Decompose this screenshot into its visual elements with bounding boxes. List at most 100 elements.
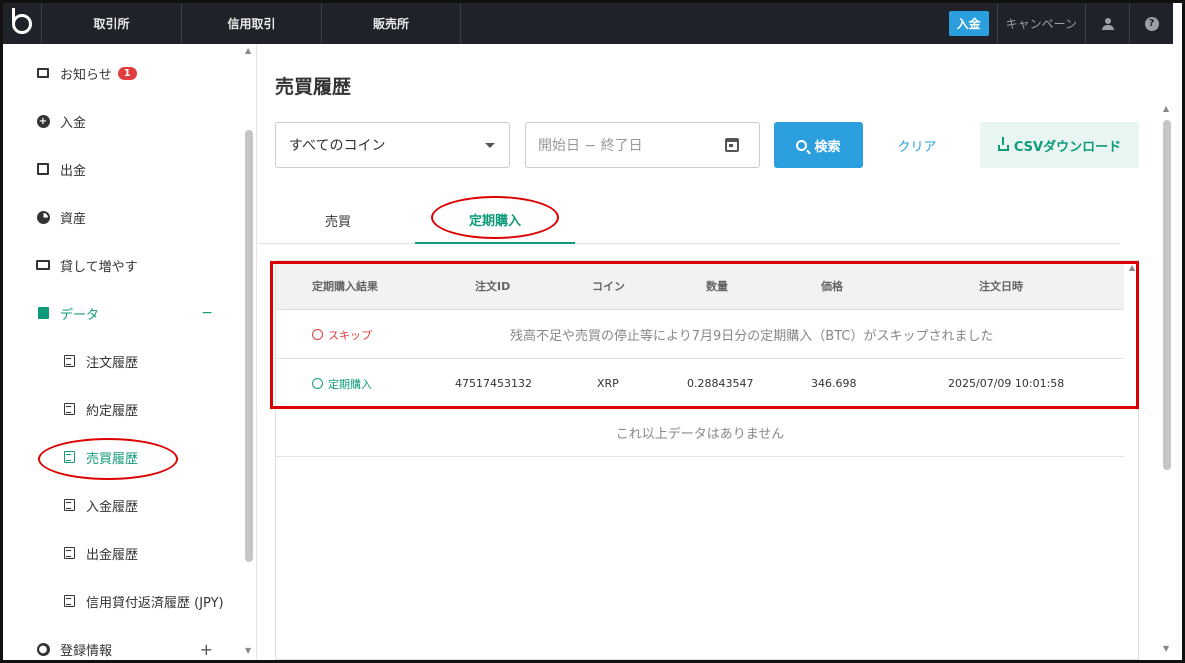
document-icon [62,498,76,512]
sidebar-subitem-credit-repayment-history[interactable]: 信用貸付返済履歴 (JPY) [3,586,243,616]
account-button[interactable] [1085,3,1129,44]
history-tabs: 売買 定期購入 [258,196,1120,244]
nav-exchange[interactable]: 取引所 [41,3,181,44]
sidebar-scrollbar[interactable]: ▲ ▼ [243,44,256,660]
wallet-icon [36,162,50,176]
top-navbar: 取引所 信用取引 販売所 入金 キャンペーン ? [3,3,1173,44]
brand-logo-icon[interactable] [3,3,41,44]
scroll-up-arrow-icon[interactable]: ▲ [1163,104,1169,113]
sidebar-item-label: 出金履歴 [86,547,139,563]
main-content: 売買履歴 すべてのコイン 開始日 − 終了日 検索 クリア CSVダウンロード … [258,44,1158,660]
sidebar-subitem-execution-history[interactable]: 約定履歴 [3,394,243,424]
cell-coin: XRP [597,377,619,390]
cell-quantity: 0.28843547 [687,377,754,390]
date-range-input[interactable]: 開始日 − 終了日 [525,122,760,168]
main-nav: 取引所 信用取引 販売所 [41,3,461,44]
sidebar-item-lend[interactable]: 貸して増やす [3,250,243,280]
status-label: 定期購入 [328,377,372,391]
scroll-up-arrow-icon[interactable]: ▲ [1129,263,1135,272]
deposit-button[interactable]: 入金 [948,11,989,36]
sidebar-item-label: 注文履歴 [86,355,139,371]
sidebar-item-label: 資産 [60,211,87,227]
sidebar-subitem-order-history[interactable]: 注文履歴 [3,346,243,376]
csv-download-label: CSVダウンロード [1013,139,1122,155]
chevron-down-icon [485,142,495,148]
tab-recurring-purchase[interactable]: 定期購入 [415,196,575,244]
notice-count-badge: 1 [117,66,137,80]
campaign-link[interactable]: キャンペーン [996,3,1085,44]
download-icon [997,136,1009,151]
search-icon [796,139,808,151]
nav-sales-office[interactable]: 販売所 [321,3,461,44]
message-icon [36,66,50,80]
sidebar-item-account-info[interactable]: ● 登録情報 + [3,634,243,660]
help-icon: ? [1144,16,1159,31]
status-label: スキップ [328,328,372,342]
sidebar-item-label: 売買履歴 [86,451,139,467]
sidebar-item-label: 入金履歴 [86,499,139,515]
scroll-up-arrow-icon[interactable]: ▲ [245,46,251,55]
status-skip: スキップ [312,310,372,359]
sidebar-item-label: 入金 [60,115,87,131]
skip-message: 残高不足や売買の停止等により7月9日分の定期購入（BTC）がスキップされました [510,329,994,344]
sidebar-item-label: 登録情報 [60,643,113,659]
sidebar-item-assets[interactable]: 資産 [3,202,243,232]
plus-circle-icon: + [36,114,50,128]
table-header: 定期購入結果 注文ID コイン 数量 価格 注文日時 [276,261,1124,310]
sidebar-item-withdraw[interactable]: 出金 [3,154,243,184]
calendar-icon[interactable] [725,138,739,152]
search-button[interactable]: 検索 [774,122,863,168]
user-icon [1101,17,1114,30]
history-table: 定期購入結果 注文ID コイン 数量 価格 注文日時 スキップ 残高不足や売買の… [275,260,1139,660]
document-icon [62,402,76,416]
column-header-quantity: 数量 [706,279,728,293]
nav-margin-trading[interactable]: 信用取引 [181,3,321,44]
scrollbar-thumb[interactable] [1163,120,1171,470]
scroll-down-arrow-icon[interactable]: ▼ [245,646,251,655]
clear-button[interactable]: クリア [880,122,954,168]
sidebar-subitem-deposit-history[interactable]: 入金履歴 [3,490,243,520]
document-icon [62,354,76,368]
document-icon [62,546,76,560]
pie-chart-icon [36,210,50,224]
status-recurring-purchase: 定期購入 [312,359,372,408]
scrollbar-thumb[interactable] [245,130,253,562]
sidebar-subitem-trade-history[interactable]: 売買履歴 [3,442,243,472]
sidebar-item-label: データ [60,307,100,323]
page-title: 売買履歴 [275,76,352,98]
sidebar-subitem-withdraw-history[interactable]: 出金履歴 [3,538,243,568]
sidebar-item-label: 出金 [60,163,87,179]
lending-icon [36,258,50,272]
page-scrollbar[interactable]: ▲ ▼ [1160,44,1173,660]
sidebar-item-label: 貸して増やす [60,259,138,275]
sidebar-item-label: お知らせ [60,67,112,83]
cell-price: 346.698 [811,377,857,390]
tab-trades[interactable]: 売買 [258,196,418,244]
sidebar-item-deposit[interactable]: + 入金 [3,106,243,136]
sidebar: お知らせ 1 + 入金 出金 資産 貸して増やす データ − 注文履歴 約定履歴… [3,44,257,660]
table-scrollbar[interactable]: ▲ [1127,261,1139,661]
cell-order-id: 47517453132 [455,377,532,390]
document-icon [62,450,76,464]
column-header-coin: コイン [592,279,625,293]
sidebar-item-data[interactable]: データ − [3,298,243,328]
account-circle-icon: ● [36,642,50,656]
column-header-order-id: 注文ID [475,279,511,293]
search-button-label: 検索 [814,139,841,155]
column-header-price: 価格 [821,279,843,293]
sidebar-item-label: 信用貸付返済履歴 (JPY) [86,595,224,611]
table-row: 定期購入 47517453132 XRP 0.28843547 346.698 … [276,359,1124,408]
column-header-result: 定期購入結果 [312,279,378,293]
column-header-datetime: 注文日時 [979,279,1023,293]
coin-select[interactable]: すべてのコイン [275,122,510,168]
alert-circle-icon [312,329,323,340]
coin-select-value: すべてのコイン [289,138,386,154]
date-range-placeholder: 開始日 − 終了日 [538,138,643,154]
sidebar-item-notices[interactable]: お知らせ 1 [3,58,243,88]
help-button[interactable]: ? [1129,3,1173,44]
sidebar-item-label: 約定履歴 [86,403,139,419]
scroll-down-arrow-icon[interactable]: ▼ [1163,644,1169,653]
csv-download-button[interactable]: CSVダウンロード [980,122,1139,168]
collapse-toggle[interactable]: − [201,305,213,321]
expand-toggle[interactable]: + [200,640,213,659]
